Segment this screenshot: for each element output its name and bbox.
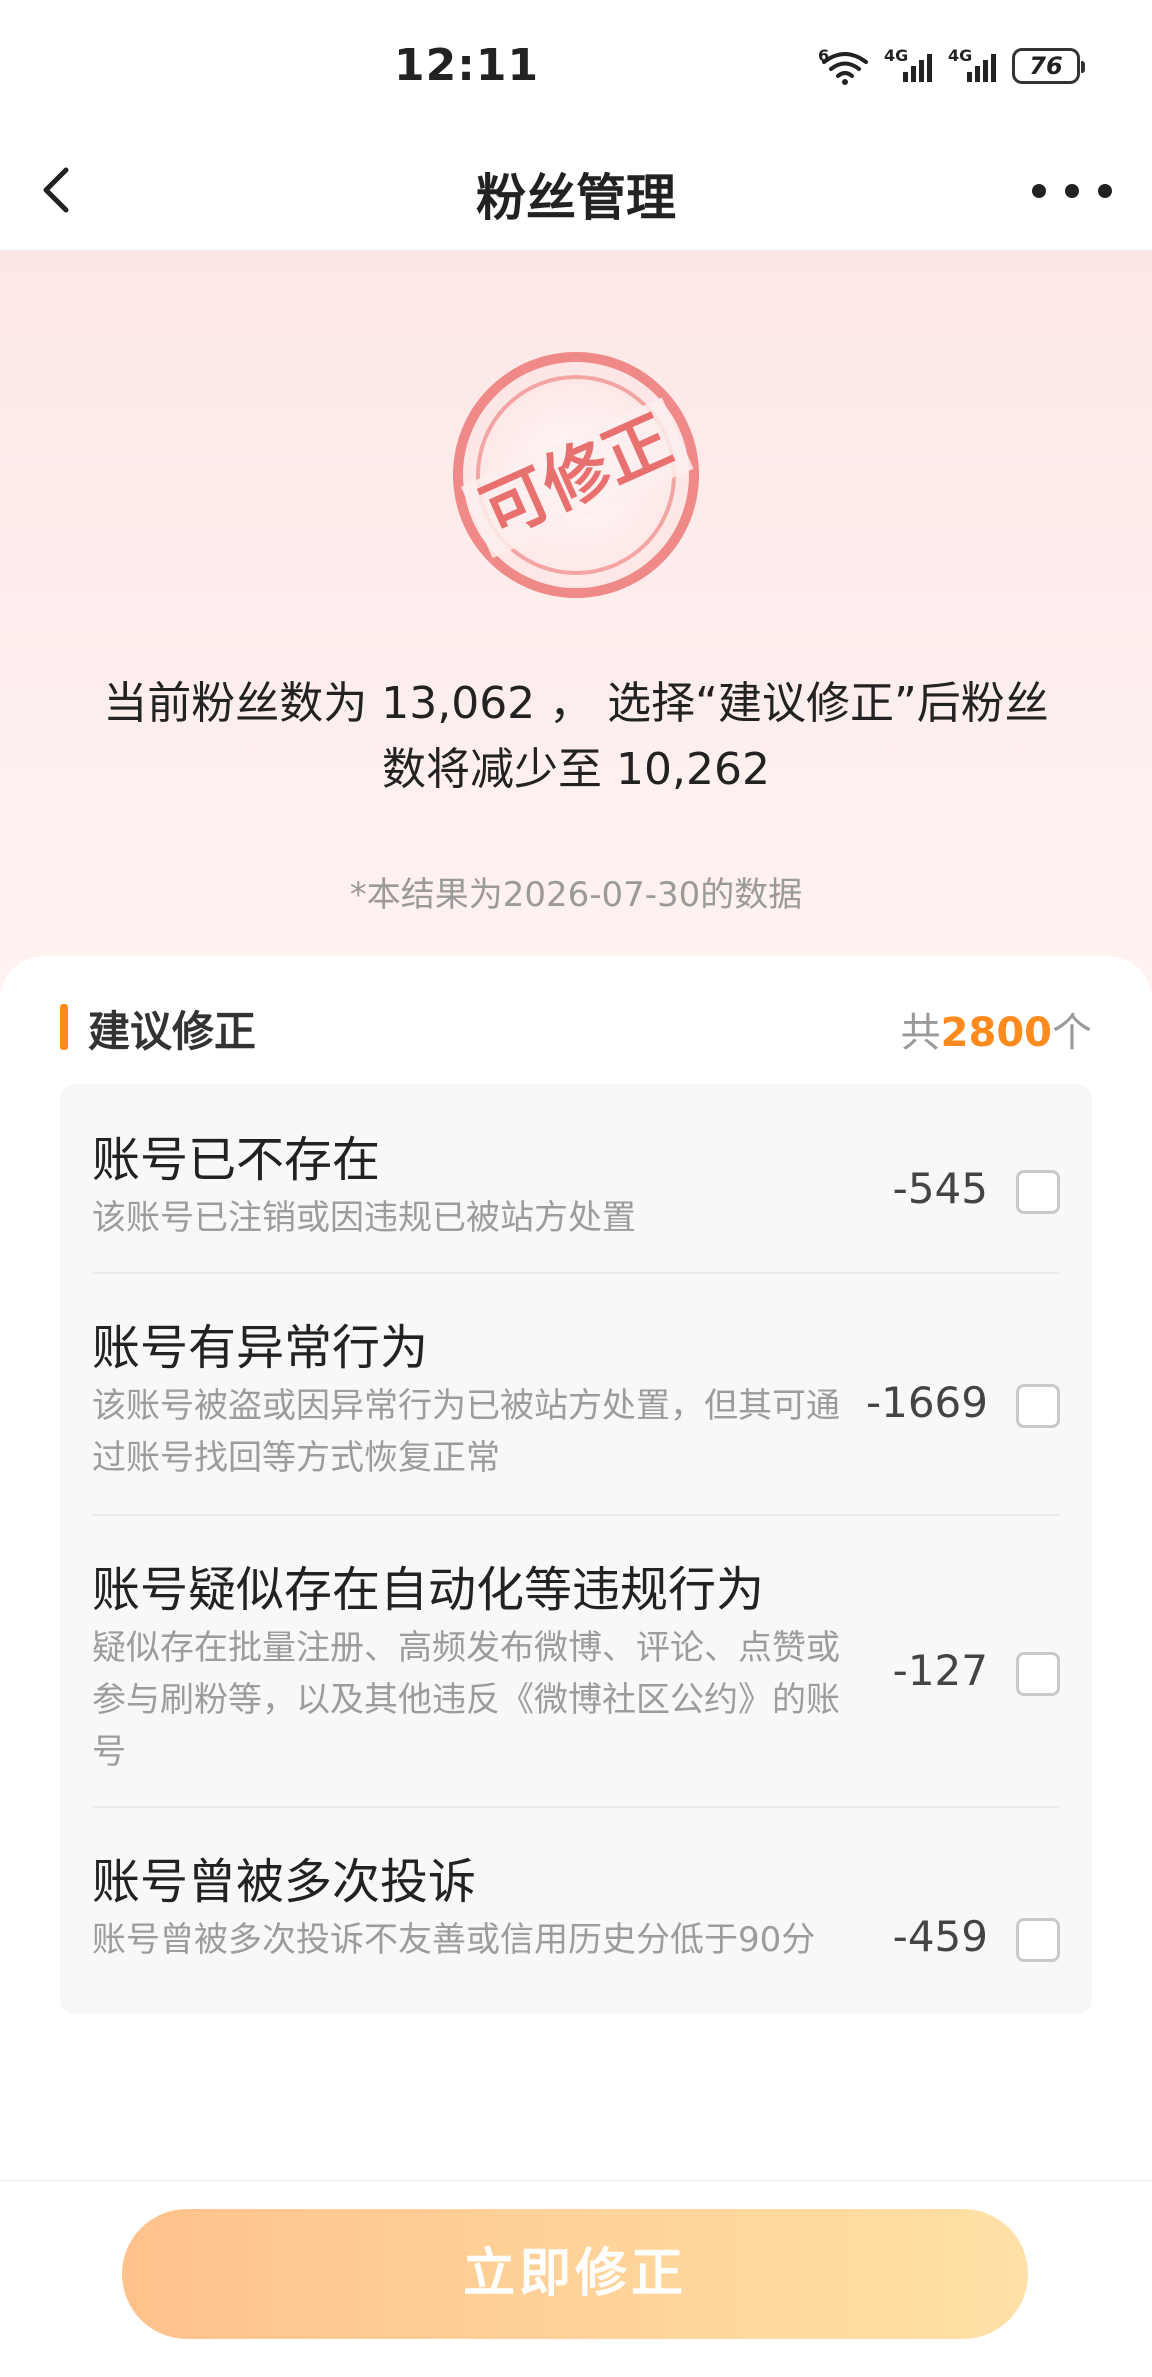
summary-hero: 可修正 当前粉丝数为 13,062 ， 选择“建议修正”后粉丝 数将减少至 10…	[0, 251, 1152, 1011]
divider	[92, 1514, 1060, 1516]
item-title: 账号疑似存在自动化等违规行为	[92, 1562, 765, 1618]
fix-now-button[interactable]: 立即修正	[122, 2209, 1028, 2339]
total-count: 共2800个	[901, 1000, 1092, 1058]
wifi-icon: 6	[818, 46, 868, 86]
battery-level: 76	[1029, 52, 1063, 80]
battery-icon: 76	[1012, 48, 1085, 84]
fan-count-summary: 当前粉丝数为 13,062 ， 选择“建议修正”后粉丝 数将减少至 10,262	[60, 671, 1092, 803]
item-count: -545	[892, 1164, 988, 1213]
item-count: -1669	[865, 1378, 988, 1427]
item-count: -459	[892, 1912, 988, 1961]
list-item[interactable]: 账号已不存在 该账号已注销或因违规已被站方处置 -545	[92, 1120, 1060, 1260]
nav-bar: 粉丝管理	[0, 132, 1152, 251]
item-description: 疑似存在批量注册、高频发布微博、评论、点赞或参与刷粉等，以及其他违反《微博社区公…	[92, 1628, 840, 1772]
item-title: 账号有异常行为	[92, 1320, 429, 1376]
divider	[92, 1806, 1060, 1808]
more-horizontal-icon[interactable]	[1032, 166, 1112, 216]
summary-line-1: 当前粉丝数为 13,062 ， 选择“建议修正”后粉丝	[103, 678, 1049, 729]
list-item[interactable]: 账号有异常行为 该账号被盗或因异常行为已被站方处置，但其可通过账号找回等方式恢复…	[92, 1308, 1060, 1494]
suggestion-card: 建议修正 共2800个 账号已不存在 该账号已注销或因违规已被站方处置 -545…	[0, 956, 1152, 2176]
page-title: 粉丝管理	[476, 169, 676, 227]
bottom-action-bar: 立即修正	[0, 2180, 1152, 2377]
list-item[interactable]: 账号疑似存在自动化等违规行为 疑似存在批量注册、高频发布微博、评论、点赞或参与刷…	[92, 1550, 1060, 1788]
item-checkbox[interactable]	[1016, 1384, 1060, 1428]
data-date-note: *本结果为2026-07-30的数据	[349, 875, 803, 915]
section-title: 建议修正	[88, 1007, 257, 1056]
item-checkbox[interactable]	[1016, 1170, 1060, 1214]
total-prefix: 共	[900, 1010, 941, 1056]
status-icons: 6 4G 4G 76	[818, 46, 1085, 86]
section-header: 建议修正 共2800个	[60, 996, 1092, 1056]
item-checkbox[interactable]	[1016, 1652, 1060, 1696]
item-description: 该账号已注销或因违规已被站方处置	[92, 1198, 636, 1238]
status-time: 12:11	[394, 40, 540, 91]
item-title: 账号已不存在	[92, 1132, 381, 1188]
divider	[92, 1272, 1060, 1274]
summary-line-2: 数将减少至 10,262	[382, 744, 770, 795]
item-checkbox[interactable]	[1016, 1918, 1060, 1962]
list-item[interactable]: 账号曾被多次投诉 账号曾被多次投诉不友善或信用历史分低于90分 -459	[92, 1842, 1060, 2012]
item-description: 该账号被盗或因异常行为已被站方处置，但其可通过账号找回等方式恢复正常	[92, 1386, 840, 1478]
item-description: 账号曾被多次投诉不友善或信用历史分低于90分	[92, 1920, 816, 1960]
total-suffix: 个	[1052, 1010, 1092, 1056]
status-bar: 12:11 6 4G 4G 76	[0, 0, 1152, 132]
signal-sim1-icon: 4G	[884, 46, 932, 86]
signal-sim2-icon: 4G	[948, 46, 996, 86]
item-count: -127	[892, 1646, 988, 1695]
item-title: 账号曾被多次投诉	[92, 1854, 477, 1910]
correctable-stamp-icon: 可修正	[448, 347, 704, 603]
accent-bar	[60, 1004, 68, 1050]
suggestion-list: 账号已不存在 该账号已注销或因违规已被站方处置 -545 账号有异常行为 该账号…	[60, 1084, 1092, 2014]
total-number: 2800	[940, 1010, 1052, 1056]
